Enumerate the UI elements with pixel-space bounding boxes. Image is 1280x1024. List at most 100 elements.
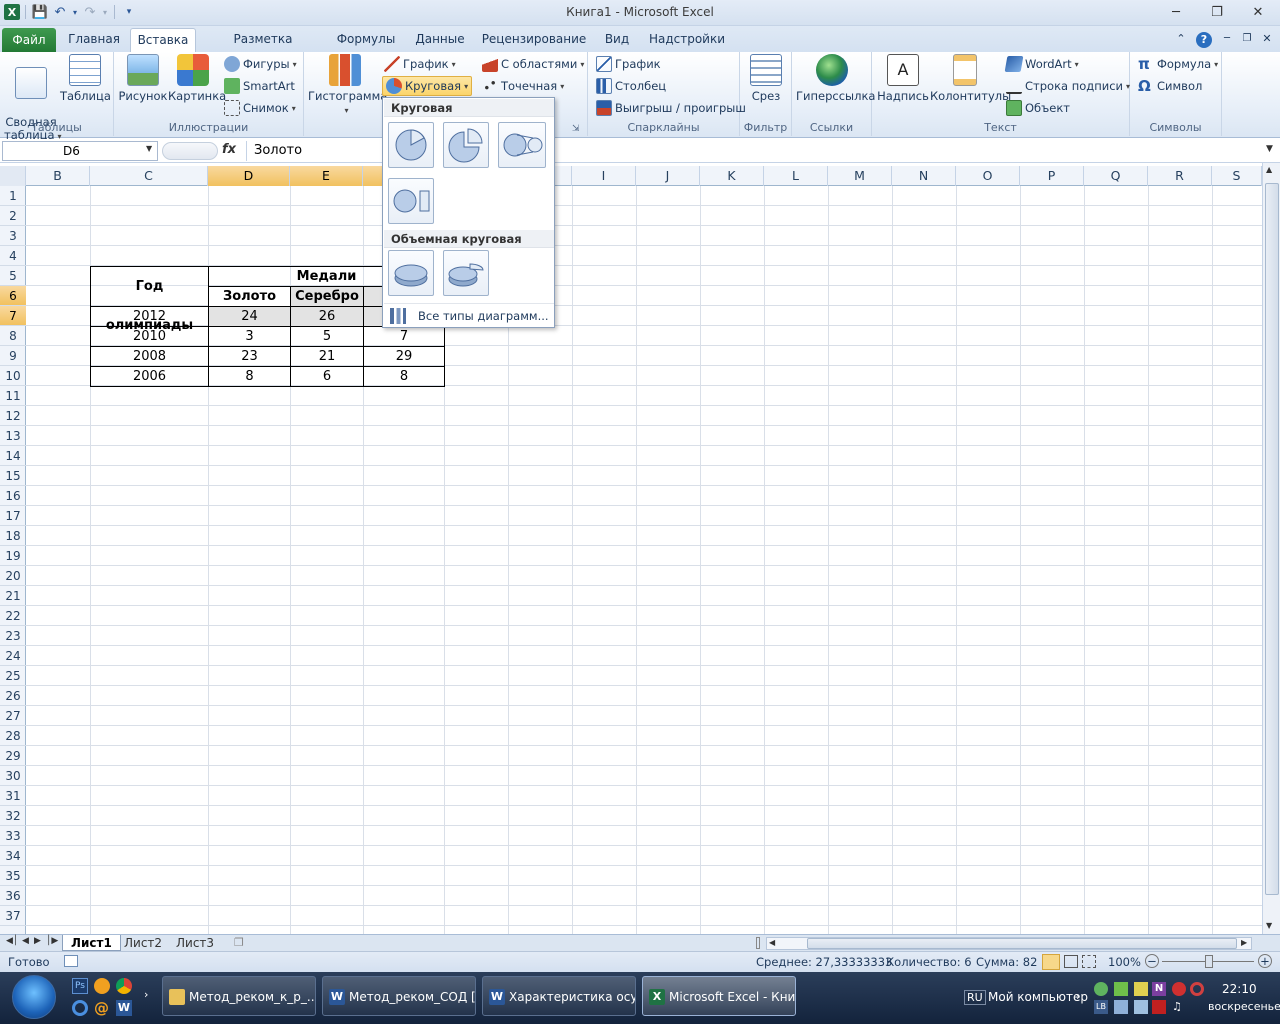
row-header-27[interactable]: 27 <box>0 706 26 726</box>
table-cell-gold[interactable]: 8 <box>208 366 291 387</box>
tray-icon-3[interactable] <box>1134 982 1148 996</box>
toolbar-more-icon[interactable]: › <box>1076 990 1080 1003</box>
row-header-10[interactable]: 10 <box>0 366 26 386</box>
zoom-in-icon[interactable]: + <box>1258 954 1272 968</box>
shapes-button[interactable]: Фигуры ▾ <box>224 54 297 74</box>
row-header-19[interactable]: 19 <box>0 546 26 566</box>
row-header-16[interactable]: 16 <box>0 486 26 506</box>
my-computer-toolbar[interactable]: Мой компьютер <box>988 990 1088 1004</box>
tray-icon-monitor[interactable] <box>1134 1000 1148 1014</box>
chrome-icon[interactable] <box>116 978 132 994</box>
column-header-p[interactable]: P <box>1020 166 1084 186</box>
table-cell-year[interactable]: 2010 <box>90 326 209 347</box>
name-box-dropdown-icon[interactable]: ▼ <box>146 144 152 153</box>
last-sheet-icon[interactable]: │▶ <box>46 936 58 946</box>
name-box[interactable]: D6 <box>2 141 158 161</box>
mail-icon[interactable]: @ <box>94 1000 110 1016</box>
column-header-n[interactable]: N <box>892 166 956 186</box>
tab-file[interactable]: Файл <box>2 28 56 52</box>
slicer-button[interactable]: Срез <box>744 54 788 103</box>
maximize-icon[interactable]: ❐ <box>1201 0 1233 24</box>
prev-sheet-icon[interactable]: ◀ <box>22 936 29 946</box>
tab-review[interactable]: Рецензирование <box>478 26 590 52</box>
row-header-11[interactable]: 11 <box>0 386 26 406</box>
picture-button[interactable]: Рисунок <box>118 54 168 103</box>
row-header-34[interactable]: 34 <box>0 846 26 866</box>
table-cell-year[interactable]: 2006 <box>90 366 209 387</box>
header-gold[interactable]: Золото <box>208 286 291 307</box>
formula-expand-icon[interactable]: ▼ <box>1266 144 1273 154</box>
taskbar-item-word-2[interactable]: W Характеристика осу... <box>482 976 636 1016</box>
table-cell-bronze[interactable]: 29 <box>363 346 445 367</box>
column-header-c[interactable]: C <box>90 166 208 186</box>
row-header-8[interactable]: 8 <box>0 326 26 346</box>
close-icon[interactable]: ✕ <box>1242 0 1274 24</box>
tray-icon-antivirus[interactable] <box>1152 1000 1166 1014</box>
sheet-tab-1[interactable]: Лист1 <box>62 935 121 951</box>
row-header-31[interactable]: 31 <box>0 786 26 806</box>
avast-icon[interactable] <box>94 978 110 994</box>
row-header-35[interactable]: 35 <box>0 866 26 886</box>
all-chart-types-link[interactable]: Все типы диаграмм... <box>384 303 554 327</box>
header-silver[interactable]: Серебро <box>290 286 364 307</box>
column-header-o[interactable]: O <box>956 166 1020 186</box>
symbol-button[interactable]: Ω Символ <box>1138 76 1202 96</box>
row-header-21[interactable]: 21 <box>0 586 26 606</box>
row-header-7[interactable]: 7 <box>0 306 26 326</box>
page-break-view-icon[interactable] <box>1082 955 1096 968</box>
column-header-b[interactable]: B <box>26 166 90 186</box>
tab-page-layout[interactable]: Разметка страницы <box>202 26 324 72</box>
doc-minimize-icon[interactable]: ─ <box>1218 26 1236 52</box>
column-header-e[interactable]: E <box>290 166 363 186</box>
column-header-m[interactable]: M <box>828 166 892 186</box>
tray-icon-5[interactable] <box>1172 982 1186 996</box>
scroll-down-icon[interactable]: ▼ <box>1266 921 1272 930</box>
tab-formulas[interactable]: Формулы <box>330 26 402 52</box>
scroll-right-icon[interactable]: ▶ <box>1241 938 1247 947</box>
clipart-button[interactable]: Картинка <box>168 54 226 103</box>
table-cell-bronze[interactable]: 8 <box>363 366 445 387</box>
row-header-3[interactable]: 3 <box>0 226 26 246</box>
area-chart-button[interactable]: С областями ▾ <box>482 54 584 74</box>
wordart-button[interactable]: WordArt ▾ <box>1004 54 1079 74</box>
row-header-15[interactable]: 15 <box>0 466 26 486</box>
horizontal-scrollbar[interactable]: ◀ ▶ <box>766 937 1252 950</box>
row-header-33[interactable]: 33 <box>0 826 26 846</box>
row-header-2[interactable]: 2 <box>0 206 26 226</box>
table-cell-bronze[interactable]: 7 <box>363 326 445 347</box>
taskbar-item-word-1[interactable]: W Метод_реком_СОД [... <box>322 976 476 1016</box>
column-header-d[interactable]: D <box>208 166 290 186</box>
row-header-36[interactable]: 36 <box>0 886 26 906</box>
row-header-18[interactable]: 18 <box>0 526 26 546</box>
tray-icon-1[interactable] <box>1094 982 1108 996</box>
column-header-r[interactable]: R <box>1148 166 1212 186</box>
column-header-s[interactable]: S <box>1212 166 1262 186</box>
line-chart-button[interactable]: График ▾ <box>384 54 456 74</box>
row-header-26[interactable]: 26 <box>0 686 26 706</box>
tab-data[interactable]: Данные <box>408 26 472 52</box>
smartart-button[interactable]: SmartArt <box>224 76 295 96</box>
help-icon[interactable]: ? <box>1194 26 1214 52</box>
normal-view-icon[interactable] <box>1042 954 1060 970</box>
taskbar-item-excel[interactable]: X Microsoft Excel - Кни... <box>642 976 796 1016</box>
row-header-23[interactable]: 23 <box>0 626 26 646</box>
tab-addins[interactable]: Надстройки <box>644 26 730 52</box>
row-header-17[interactable]: 17 <box>0 506 26 526</box>
zoom-slider-thumb[interactable] <box>1205 955 1213 968</box>
column-header-l[interactable]: L <box>764 166 828 186</box>
signature-line-button[interactable]: Строка подписи ▾ <box>1006 76 1130 96</box>
scroll-up-icon[interactable]: ▲ <box>1266 165 1272 174</box>
bar-of-pie-option[interactable] <box>388 178 434 224</box>
first-sheet-icon[interactable]: ◀│ <box>6 936 18 946</box>
sparkline-line-button[interactable]: График <box>596 54 661 74</box>
minimize-ribbon-icon[interactable]: ⌃ <box>1172 26 1190 52</box>
pie-3d-exploded-option[interactable] <box>443 250 489 296</box>
taskbar-item-folder[interactable]: Метод_реком_к_р_... <box>162 976 316 1016</box>
table-cell-silver[interactable]: 21 <box>290 346 364 367</box>
table-cell-gold[interactable]: 24 <box>208 306 291 327</box>
column-header-k[interactable]: K <box>700 166 764 186</box>
row-header-14[interactable]: 14 <box>0 446 26 466</box>
table-cell-gold[interactable]: 3 <box>208 326 291 347</box>
row-header-13[interactable]: 13 <box>0 426 26 446</box>
hyperlink-button[interactable]: Гиперссылка <box>796 54 875 103</box>
